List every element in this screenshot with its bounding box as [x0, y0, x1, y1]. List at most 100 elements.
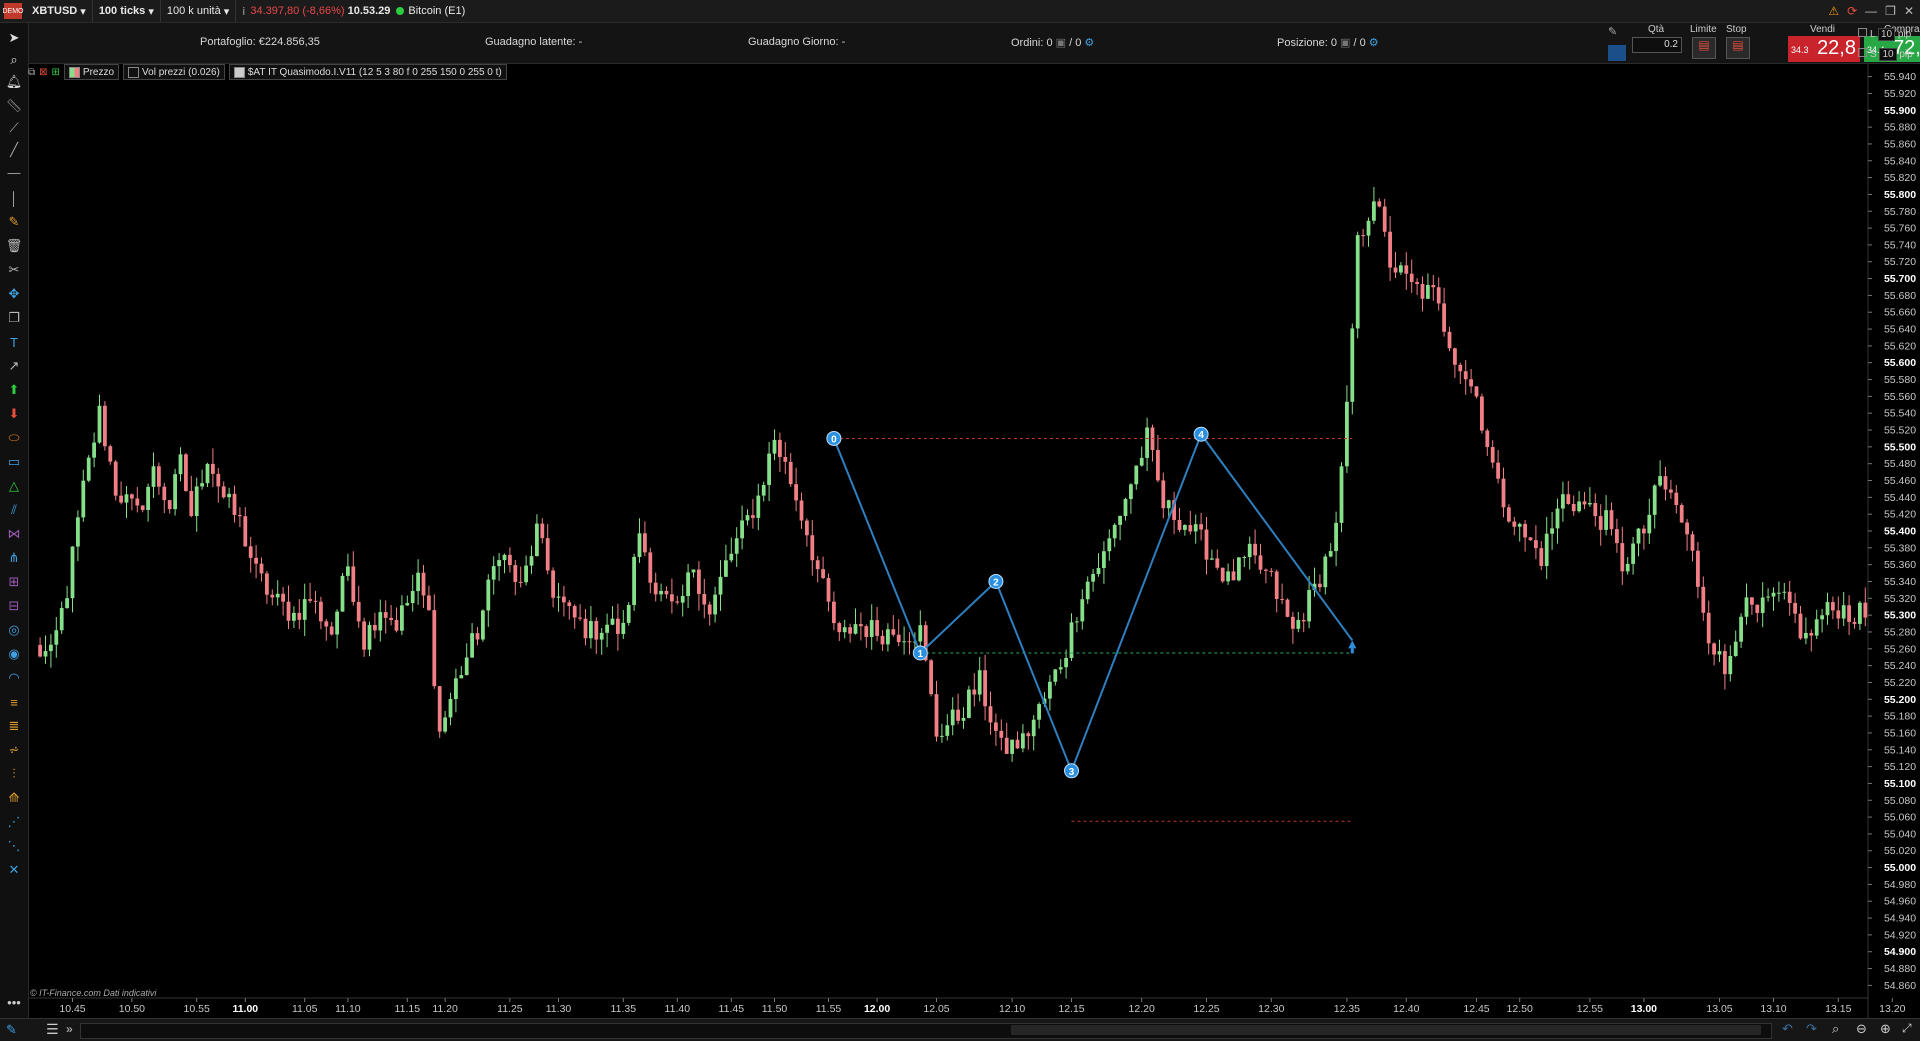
stop-order-button[interactable]: ▤ — [1726, 37, 1750, 59]
candle-body — [1258, 555, 1263, 570]
cycle-icon[interactable]: ◉ — [5, 645, 23, 663]
candle-body — [1382, 206, 1387, 232]
minimize-icon[interactable]: — — [1865, 4, 1877, 18]
s-value[interactable]: 10 — [1879, 48, 1897, 61]
arrow-down-icon[interactable]: ⬇ — [5, 405, 23, 423]
settings-icon[interactable]: ⚙ — [1084, 37, 1094, 49]
candle-body — [1053, 669, 1058, 682]
s-checkbox[interactable] — [1858, 48, 1867, 57]
candle-body — [59, 607, 64, 631]
warning-icon[interactable]: ⚠ — [1828, 4, 1839, 18]
fibonacci-arc-icon[interactable]: ◠ — [5, 669, 23, 687]
pitchfork-icon[interactable]: ⋔ — [5, 549, 23, 567]
candle-body — [1393, 267, 1398, 273]
zoom-fit-icon[interactable]: ⌕ — [1832, 1021, 1839, 1037]
vertical-line-icon[interactable]: │ — [5, 189, 23, 207]
position-icon[interactable]: ▣ — [1340, 37, 1350, 49]
cursor-icon[interactable]: ➤ — [5, 29, 23, 47]
fibonacci-retracement-icon[interactable]: ≡ — [5, 693, 23, 711]
andrews-icon[interactable]: ⋰ — [5, 813, 23, 831]
settings-icon[interactable]: ⚙ — [1369, 37, 1379, 49]
brush-icon[interactable]: ✎ — [5, 213, 23, 231]
channel-icon[interactable]: ⫽ — [5, 501, 23, 519]
candle-body — [1598, 516, 1603, 530]
arrow-up-icon[interactable]: ⬆ — [5, 381, 23, 399]
candle-body — [211, 463, 215, 474]
x-tick-label: 11.30 — [546, 1003, 572, 1015]
magnet-icon[interactable]: ✂ — [5, 261, 23, 279]
drawing-mode-icon[interactable]: ✎ — [6, 1022, 17, 1038]
undo-icon[interactable]: ↶ — [1782, 1021, 1793, 1037]
line-icon[interactable]: ╱ — [5, 141, 23, 159]
fullscreen-icon[interactable]: ⤢ — [1902, 1021, 1912, 1036]
gann-square-icon[interactable]: ⊟ — [5, 597, 23, 615]
candle-body — [1831, 602, 1835, 611]
zoom-in-icon[interactable]: ⊕ — [1880, 1021, 1891, 1037]
fibonacci-fan-icon[interactable]: ⩫ — [5, 741, 23, 759]
candle-body — [545, 538, 550, 571]
limit-order-button[interactable]: ▤ — [1692, 37, 1716, 59]
spiral-icon[interactable]: ◎ — [5, 621, 23, 639]
text-icon[interactable]: T — [5, 333, 23, 351]
copy-icon[interactable]: ❐ — [5, 309, 23, 327]
candle-body — [130, 494, 134, 499]
candle-body — [707, 604, 712, 615]
units-selector[interactable]: 100 k unità ▾ — [161, 0, 237, 22]
gann-fan-icon[interactable]: ✕ — [5, 861, 23, 879]
candle-body — [443, 717, 447, 732]
rectangle-icon[interactable]: ▭ — [5, 453, 23, 471]
more-icon[interactable]: ••• — [5, 993, 23, 1011]
horizontal-line-icon[interactable]: ― — [5, 163, 23, 181]
zoom-icon[interactable]: ⌕ — [5, 51, 23, 69]
trash-icon[interactable]: 🗑︎ — [5, 237, 23, 255]
candle-body — [1021, 733, 1025, 749]
info-icon: ⅰ — [242, 5, 246, 18]
candle-body — [810, 535, 815, 561]
price-chart[interactable]: 0 1 2 3 4 55.940 55.920 55.900 55.880 55.860 55.8… — [28, 64, 1920, 1018]
ellipse-icon[interactable]: ⬭ — [5, 429, 23, 447]
day-gain-info: Guadagno Giorno: - — [748, 36, 845, 48]
chart-scrollbar[interactable] — [80, 1023, 1772, 1039]
fibonacci-extension-icon[interactable]: ≣ — [5, 717, 23, 735]
sell-button[interactable]: 34.3 22,8 — [1788, 36, 1860, 62]
orders-info[interactable]: Ordini: 0 ▣ / 0 ⚙ — [1011, 36, 1094, 49]
symbol-selector[interactable]: XBTUSD ▾ — [26, 0, 93, 22]
l-checkbox[interactable] — [1858, 28, 1867, 37]
position-info[interactable]: Posizione: 0 ▣ / 0 ⚙ — [1277, 36, 1379, 49]
gann-icon[interactable]: ⊞ — [5, 573, 23, 591]
candle-body — [1415, 282, 1419, 284]
candle-body — [1766, 596, 1770, 598]
speed-lines-icon[interactable]: ⟰ — [5, 789, 23, 807]
arrow-tool-icon[interactable]: ↗ — [5, 357, 23, 375]
ruler-icon[interactable]: 📏︎ — [5, 97, 23, 115]
menu-icon[interactable]: ☰ — [46, 1021, 59, 1038]
restore-icon[interactable]: ❐ — [1885, 4, 1896, 18]
candle-body — [945, 725, 950, 736]
move-icon[interactable]: ✥ — [5, 285, 23, 303]
orders-icon[interactable]: ▣ — [1056, 37, 1066, 49]
qty-input[interactable]: 0.2 — [1632, 37, 1682, 53]
double-chevron-right-icon[interactable]: » — [66, 1022, 73, 1036]
candle-body — [1409, 273, 1414, 283]
regression-icon[interactable]: ⋱ — [5, 837, 23, 855]
segment-icon[interactable]: ⟋ — [5, 119, 23, 137]
ticks-selector[interactable]: 100 ticks ▾ — [93, 0, 161, 22]
y-tick-label: 55.000 — [1884, 862, 1916, 874]
alert-bell-icon[interactable]: 🔔︎ — [5, 73, 23, 91]
candle-body — [189, 490, 194, 516]
candle-body — [162, 486, 167, 501]
candle-body — [632, 556, 636, 606]
close-icon[interactable]: ✕ — [1904, 4, 1914, 18]
candle-body — [896, 634, 901, 643]
zoom-out-icon[interactable]: ⊖ — [1856, 1021, 1867, 1037]
triangle-icon[interactable]: △ — [5, 477, 23, 495]
keyboard-icon[interactable] — [1608, 45, 1626, 61]
refresh-icon[interactable]: ⟳ — [1847, 4, 1857, 18]
tools-icon[interactable]: ✎ — [1608, 25, 1626, 43]
pattern-icon[interactable]: ⋈ — [5, 525, 23, 543]
chevron-down-icon: ▾ — [145, 5, 154, 18]
redo-icon[interactable]: ↷ — [1806, 1021, 1817, 1037]
l-value[interactable]: 10 — [1877, 28, 1896, 41]
scrollbar-thumb[interactable] — [1011, 1025, 1761, 1035]
fibonacci-time-icon[interactable]: ⫶ — [5, 765, 23, 783]
